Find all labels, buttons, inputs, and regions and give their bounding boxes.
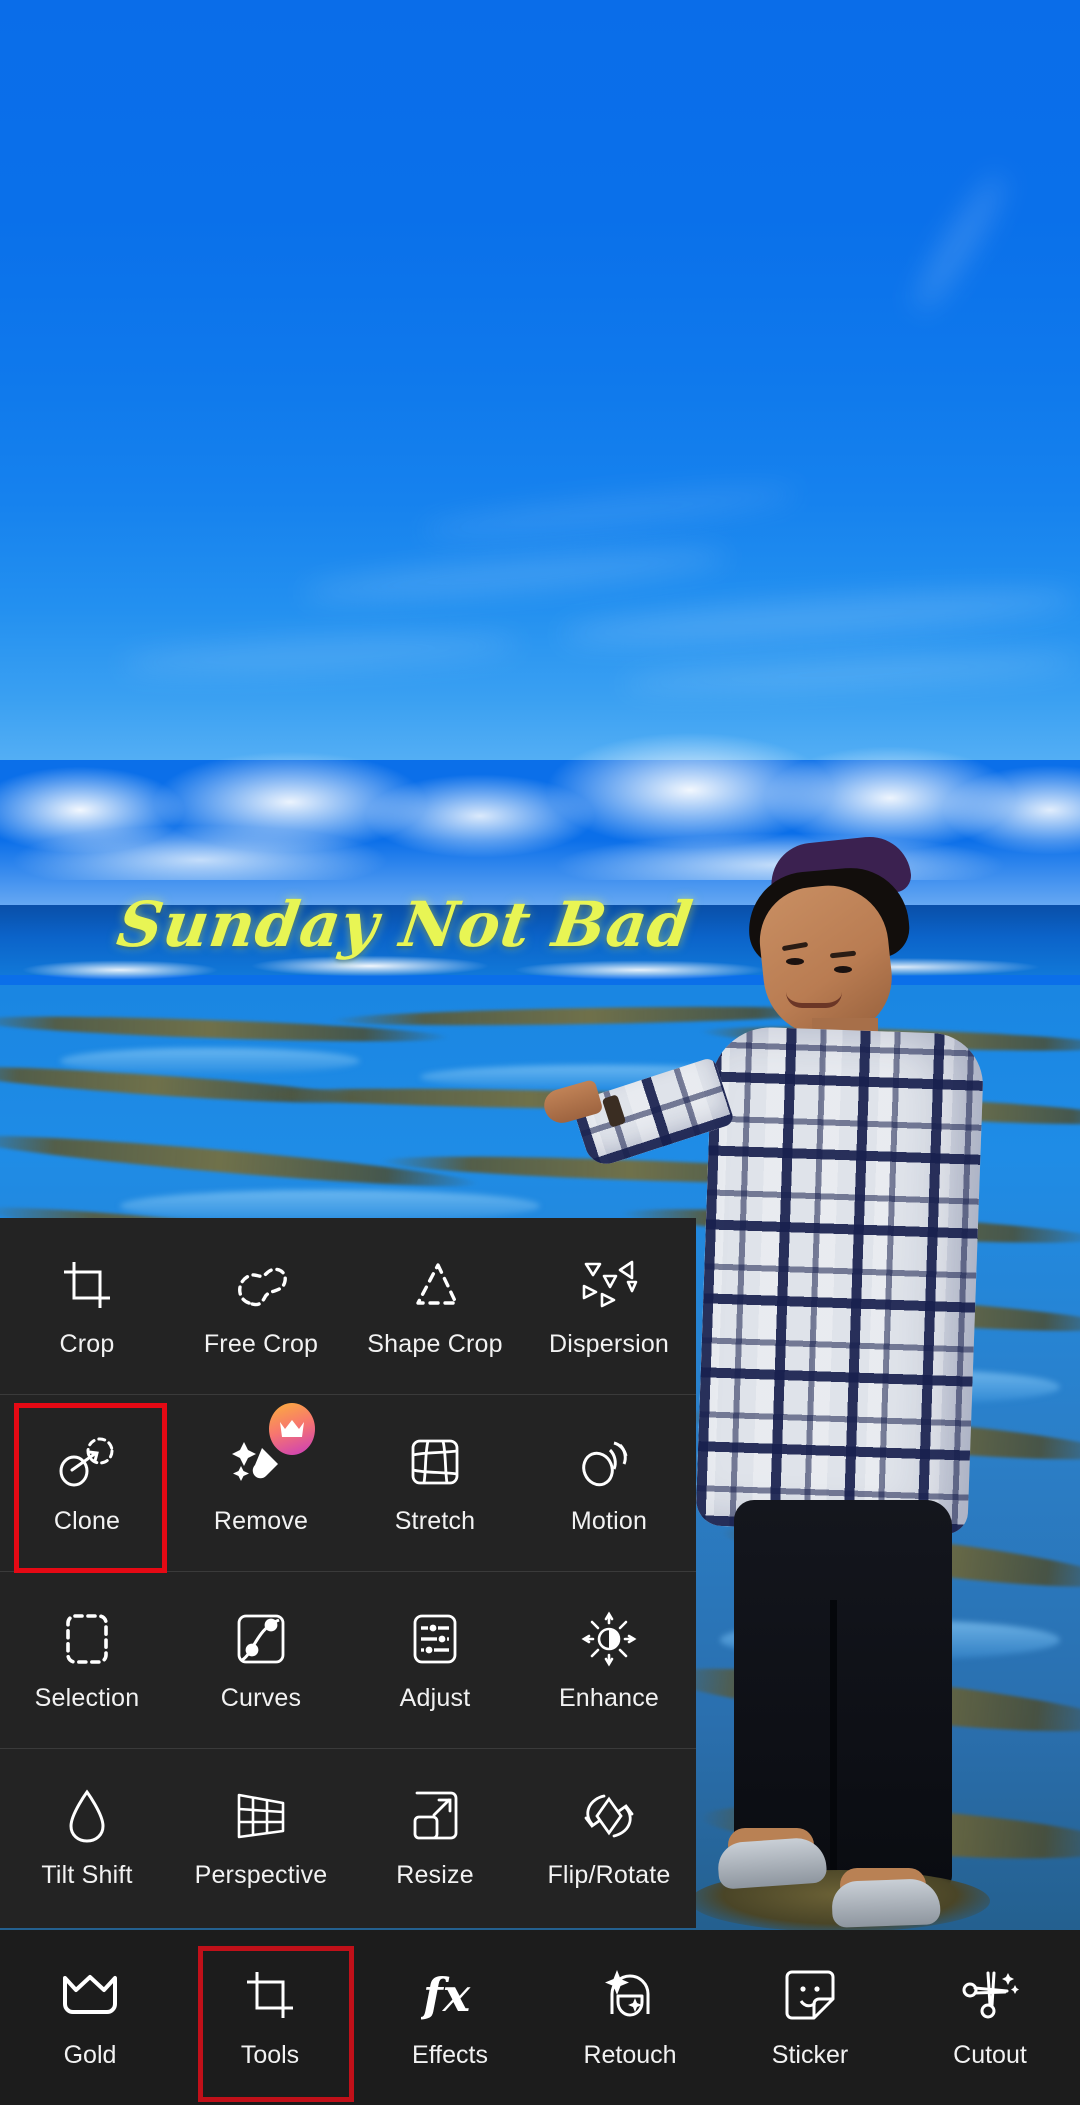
- sandal: [831, 1878, 941, 1928]
- eye: [786, 958, 804, 965]
- selection-icon: [56, 1608, 118, 1670]
- nav-label: Gold: [63, 2041, 117, 2069]
- nav-label: Cutout: [953, 2041, 1027, 2069]
- tool-flip-rotate[interactable]: Flip/Rotate: [522, 1749, 696, 1926]
- tool-stretch[interactable]: Stretch: [348, 1395, 522, 1571]
- tool-label: Remove: [213, 1506, 309, 1535]
- nav-item-tools[interactable]: Tools: [180, 1930, 360, 2105]
- tool-label: Free Crop: [203, 1329, 319, 1358]
- tool-tilt-shift[interactable]: Tilt Shift: [0, 1749, 174, 1926]
- tool-label: Clone: [53, 1506, 121, 1535]
- tilt-shift-icon: [56, 1785, 118, 1847]
- tool-shape-crop[interactable]: Shape Crop: [348, 1218, 522, 1394]
- mouth: [786, 992, 842, 1008]
- perspective-icon: [230, 1785, 292, 1847]
- crop-icon: [240, 1965, 300, 2025]
- bottom-navigation-bar: Gold Tools fx Effects Retouch Sticker Cu…: [0, 1930, 1080, 2105]
- enhance-icon: [578, 1608, 640, 1670]
- sandal: [716, 1836, 828, 1890]
- free-crop-icon: [230, 1254, 292, 1316]
- tool-motion[interactable]: Motion: [522, 1395, 696, 1571]
- svg-text:fx: fx: [421, 1968, 471, 2022]
- sky-background: [0, 0, 1080, 760]
- tool-enhance[interactable]: Enhance: [522, 1572, 696, 1748]
- nav-item-sticker[interactable]: Sticker: [720, 1930, 900, 2105]
- person-subject: [540, 832, 1050, 1930]
- nav-item-gold[interactable]: Gold: [0, 1930, 180, 2105]
- nav-item-retouch[interactable]: Retouch: [540, 1930, 720, 2105]
- tools-panel: Crop Free Crop Shape Crop Dispersion Clo…: [0, 1218, 696, 1928]
- plaid-pattern: [695, 1025, 985, 1535]
- tool-clone[interactable]: Clone: [0, 1395, 174, 1573]
- resize-icon: [404, 1785, 466, 1847]
- nav-label: Tools: [240, 2041, 300, 2069]
- tool-label: Perspective: [194, 1861, 328, 1889]
- nav-label: Sticker: [771, 2041, 849, 2069]
- crown-icon: [60, 1965, 120, 2025]
- tool-remove[interactable]: Remove: [174, 1395, 348, 1571]
- curves-icon: [230, 1608, 292, 1670]
- dispersion-icon: [578, 1254, 640, 1316]
- premium-crown-badge: [269, 1403, 315, 1455]
- motion-icon: [578, 1431, 640, 1493]
- tool-label: Enhance: [558, 1683, 660, 1712]
- plaid-shirt: [695, 1025, 985, 1535]
- tool-crop[interactable]: Crop: [0, 1218, 174, 1394]
- eye: [834, 966, 852, 973]
- tool-label: Shape Crop: [367, 1329, 503, 1358]
- tide-pool: [60, 1048, 360, 1074]
- shape-crop-icon: [404, 1254, 466, 1316]
- tool-label: Tilt Shift: [41, 1861, 133, 1889]
- tools-row: Selection Curves Adjust Enhance: [0, 1572, 696, 1749]
- face-sparkle-icon: [600, 1965, 660, 2025]
- tool-label: Adjust: [399, 1683, 471, 1712]
- crop-icon: [56, 1254, 118, 1316]
- tool-label: Resize: [396, 1861, 474, 1889]
- clone-icon: [56, 1431, 118, 1493]
- fx-icon: fx: [420, 1965, 480, 2025]
- nav-label: Effects: [412, 2041, 488, 2069]
- tool-label: Curves: [220, 1683, 302, 1712]
- caption-text-overlay[interactable]: Sunday Not Bad: [113, 888, 698, 961]
- tool-curves[interactable]: Curves: [174, 1572, 348, 1748]
- tool-label: Selection: [34, 1683, 140, 1712]
- tools-row: Crop Free Crop Shape Crop Dispersion: [0, 1218, 696, 1395]
- tool-label: Flip/Rotate: [547, 1861, 671, 1889]
- stretch-icon: [404, 1431, 466, 1493]
- tool-resize[interactable]: Resize: [348, 1749, 522, 1926]
- tool-adjust[interactable]: Adjust: [348, 1572, 522, 1748]
- tool-label: Motion: [570, 1506, 648, 1535]
- app-root: Sunday Not Bad Crop Free Crop Shape Crop…: [0, 0, 1080, 2105]
- tool-dispersion[interactable]: Dispersion: [522, 1218, 696, 1394]
- tool-selection[interactable]: Selection: [0, 1572, 174, 1748]
- nav-item-effects[interactable]: fx Effects: [360, 1930, 540, 2105]
- flip-rotate-icon: [578, 1785, 640, 1847]
- adjust-icon: [404, 1608, 466, 1670]
- tool-label: Dispersion: [548, 1329, 670, 1358]
- nav-item-cutout[interactable]: Cutout: [900, 1930, 1080, 2105]
- sticker-face-icon: [780, 1965, 840, 2025]
- tool-perspective[interactable]: Perspective: [174, 1749, 348, 1926]
- scissors-icon: [960, 1965, 1020, 2025]
- nav-label: Retouch: [583, 2041, 677, 2069]
- tools-row: Tilt Shift Perspective Resize Flip/Rotat…: [0, 1749, 696, 1926]
- tool-label: Stretch: [394, 1506, 476, 1535]
- tool-label: Crop: [59, 1329, 115, 1358]
- tools-row: Clone Remove Stretch Motion: [0, 1395, 696, 1573]
- tool-free-crop[interactable]: Free Crop: [174, 1218, 348, 1394]
- leg-gap: [830, 1600, 837, 1880]
